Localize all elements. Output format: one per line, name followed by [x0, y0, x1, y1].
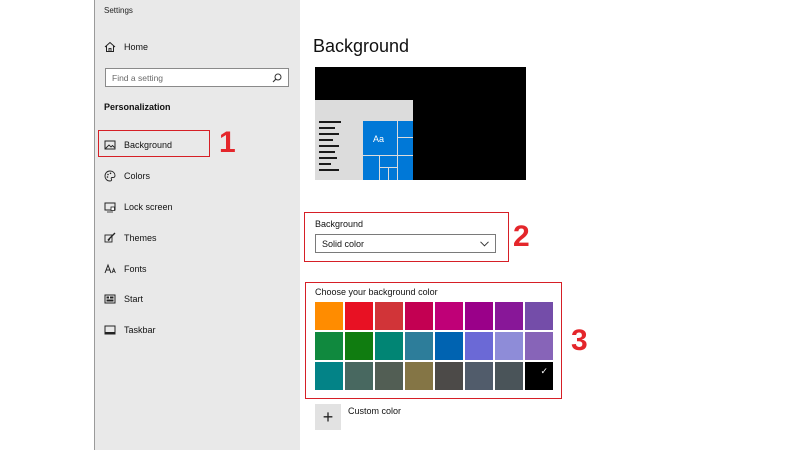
sidebar: Settings Home Personalization Background [95, 0, 300, 450]
sidebar-item-label: Start [124, 294, 144, 304]
preview-tile-text: Aa [373, 134, 385, 144]
home-icon [104, 41, 116, 53]
callout-number-1: 1 [219, 126, 236, 159]
sidebar-item-start[interactable]: Start [104, 290, 143, 308]
home-link[interactable]: Home [104, 38, 148, 56]
callout-number-3: 3 [571, 324, 588, 357]
sidebar-item-label: Fonts [124, 264, 147, 274]
sidebar-item-label: Lock screen [124, 202, 173, 212]
settings-window: Settings Home Personalization Background [94, 0, 706, 450]
page-title: Background [313, 36, 410, 56]
palette-icon [104, 170, 116, 182]
sidebar-item-label: Colors [124, 171, 151, 181]
sidebar-item-lock-screen[interactable]: Lock screen [104, 198, 173, 216]
font-icon [104, 263, 116, 275]
highlight-box-2 [304, 212, 509, 262]
callout-number-2: 2 [513, 220, 530, 253]
search-icon[interactable] [272, 73, 282, 83]
lock-screen-icon [104, 201, 116, 213]
search-input[interactable] [112, 72, 272, 83]
background-preview: Aa [315, 67, 526, 180]
main-panel: Background Aa Background Solid color Cho… [300, 0, 706, 450]
sidebar-item-taskbar[interactable]: Taskbar [104, 321, 156, 339]
sidebar-item-fonts[interactable]: Fonts [104, 260, 147, 278]
plus-icon[interactable]: + [315, 404, 341, 430]
app-title: Settings [104, 6, 133, 15]
start-grid-icon [104, 293, 116, 305]
sidebar-item-themes[interactable]: Themes [104, 229, 157, 247]
sidebar-item-colors[interactable]: Colors [104, 167, 150, 185]
custom-color-button[interactable]: + Custom color [315, 404, 401, 430]
preview-menu-lines [319, 121, 341, 175]
highlight-box-3 [305, 282, 562, 399]
home-label: Home [124, 42, 149, 52]
sidebar-item-label: Taskbar [124, 325, 156, 335]
taskbar-icon [104, 324, 116, 336]
preview-tiles [363, 121, 413, 180]
sidebar-item-label: Themes [124, 233, 157, 243]
custom-color-label: Custom color [348, 406, 402, 416]
search-box[interactable] [105, 68, 289, 87]
section-title: Personalization [104, 102, 171, 112]
brush-icon [104, 232, 116, 244]
highlight-box-1 [98, 130, 210, 157]
